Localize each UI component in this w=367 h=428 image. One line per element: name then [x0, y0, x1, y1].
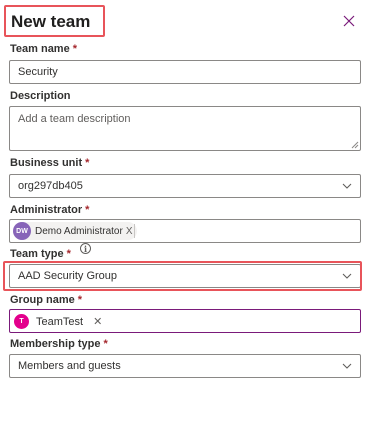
description-placeholder: Add a team description: [18, 113, 131, 125]
group-tag: T TeamTest ✕: [14, 313, 102, 330]
membership-type-select[interactable]: Members and guests: [9, 354, 361, 378]
persona-name: Demo Administrator: [35, 225, 123, 237]
remove-tag-button[interactable]: ✕: [93, 315, 102, 328]
business-unit-select[interactable]: org297db405: [9, 174, 361, 198]
business-unit-label: Business unit *: [10, 157, 90, 169]
resize-handle-icon[interactable]: [351, 141, 359, 149]
info-icon[interactable]: i: [80, 243, 91, 254]
close-icon[interactable]: [342, 14, 356, 28]
chevron-down-icon: [342, 363, 352, 369]
chevron-down-icon: [342, 273, 352, 279]
required-mark: *: [103, 338, 108, 350]
team-type-label: Team type *: [10, 248, 71, 260]
group-name-label: Group name *: [10, 294, 83, 306]
administrator-lookup[interactable]: DW Demo Administrator X: [9, 219, 361, 243]
required-mark: *: [85, 157, 90, 169]
avatar: DW: [13, 222, 31, 240]
title-highlight-box: New team: [4, 5, 105, 37]
membership-type-label: Membership type *: [10, 338, 108, 350]
description-label: Description: [10, 90, 71, 102]
group-name-lookup[interactable]: T TeamTest ✕: [9, 309, 361, 333]
membership-type-value: Members and guests: [18, 360, 121, 372]
business-unit-value: org297db405: [18, 180, 83, 192]
administrator-label: Administrator *: [10, 204, 90, 216]
required-mark: *: [66, 248, 71, 260]
chevron-down-icon: [342, 183, 352, 189]
description-textarea[interactable]: Add a team description: [9, 106, 361, 151]
required-mark: *: [85, 204, 90, 216]
team-type-select[interactable]: AAD Security Group: [9, 264, 361, 288]
avatar: T: [14, 314, 29, 329]
administrator-persona: DW Demo Administrator X: [13, 222, 138, 240]
required-mark: *: [72, 43, 77, 55]
team-name-label: Team name *: [10, 43, 77, 55]
group-tag-name: TeamTest: [36, 315, 84, 328]
team-type-value: AAD Security Group: [18, 270, 118, 282]
new-team-panel: New team Team name * Security Description…: [0, 0, 367, 428]
page-title: New team: [11, 12, 91, 31]
input-caret: [134, 224, 135, 238]
team-name-input[interactable]: Security: [9, 60, 361, 84]
team-name-value: Security: [18, 66, 58, 78]
remove-persona-button[interactable]: X: [126, 226, 133, 237]
required-mark: *: [77, 294, 83, 306]
